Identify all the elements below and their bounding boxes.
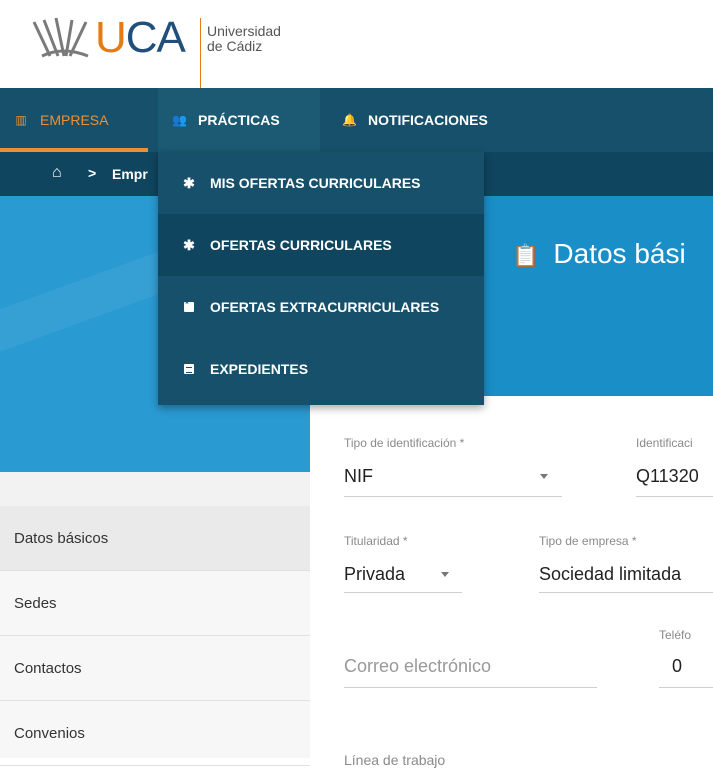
- telefono-underline: [659, 687, 713, 688]
- tipo-empresa-select[interactable]: Sociedad limitada: [539, 564, 681, 585]
- sidebar-item-label: Sedes: [14, 594, 57, 612]
- menu-item-label: OFERTAS CURRICULARES: [210, 237, 392, 253]
- asterisk-icon: ✱: [183, 174, 195, 191]
- sidebar-item-label: Convenios: [14, 724, 85, 742]
- tipo-empresa-underline: [539, 592, 713, 593]
- chevron-down-icon[interactable]: [540, 474, 548, 479]
- identificacion-input[interactable]: Q11320: [636, 466, 699, 487]
- identificacion-label: Identificaci: [636, 436, 693, 450]
- asterisk-icon: ✱: [183, 236, 195, 253]
- uca-brand: UCA: [95, 13, 186, 62]
- nav-notificaciones[interactable]: 🔔 NOTIFICACIONES: [342, 88, 488, 152]
- sidebar-item-sedes[interactable]: Sedes: [0, 571, 310, 636]
- correo-electronico-underline: [344, 687, 597, 688]
- nav-practicas-label: PRÁCTICAS: [198, 112, 280, 128]
- people-icon: 👥: [172, 113, 187, 127]
- bell-icon: 🔔: [342, 113, 357, 127]
- menu-item-ofertas-curriculares[interactable]: ✱ OFERTAS CURRICULARES: [158, 214, 484, 276]
- menu-item-label: MIS OFERTAS CURRICULARES: [210, 175, 421, 191]
- document-icon: [184, 364, 194, 374]
- sidebar-spacer: [0, 472, 310, 506]
- building-icon: ▥: [15, 113, 27, 127]
- sidebar-item-label: Datos básicos: [14, 529, 109, 547]
- sidebar-item-contactos[interactable]: Contactos: [0, 636, 310, 701]
- breadcrumb-item[interactable]: Empr: [112, 166, 148, 182]
- clipboard-icon: 📋: [512, 243, 540, 268]
- nav-notificaciones-label: NOTIFICACIONES: [368, 112, 488, 128]
- main-navbar: ▥ EMPRESA 👥 PRÁCTICAS 🔔 NOTIFICACIONES: [0, 88, 713, 152]
- nav-practicas[interactable]: 👥 PRÁCTICAS: [158, 88, 320, 152]
- tipo-empresa-label: Tipo de empresa *: [539, 534, 637, 548]
- sidebar-item-datos-basicos[interactable]: Datos básicos: [0, 506, 310, 571]
- correo-electronico-input[interactable]: Correo electrónico: [344, 656, 491, 677]
- uca-logo-icon: [32, 17, 89, 58]
- university-name-line1: Universidad: [207, 23, 281, 39]
- identificacion-underline: [636, 496, 713, 497]
- titularidad-label: Titularidad *: [344, 534, 408, 548]
- breadcrumb-separator: >: [88, 165, 97, 181]
- menu-item-expedientes[interactable]: EXPEDIENTES: [158, 338, 484, 400]
- menu-item-ofertas-extracurriculares[interactable]: OFERTAS EXTRACURRICULARES: [158, 276, 484, 338]
- tipo-identificacion-label: Tipo de identificación *: [344, 436, 465, 450]
- menu-item-label: OFERTAS EXTRACURRICULARES: [210, 299, 440, 315]
- page-title: 📋 Datos bási: [512, 238, 686, 270]
- titularidad-underline: [344, 592, 462, 593]
- menu-item-mis-ofertas-curriculares[interactable]: ✱ MIS OFERTAS CURRICULARES: [158, 152, 484, 214]
- sidebar-item-convenios[interactable]: Convenios: [0, 701, 310, 766]
- sidebar: Datos básicos Sedes Contactos Convenios: [0, 506, 310, 766]
- university-name-line2: de Cádiz: [207, 38, 263, 54]
- nav-empresa-label: EMPRESA: [40, 112, 109, 128]
- telefono-input[interactable]: 0: [672, 656, 682, 677]
- titularidad-select[interactable]: Privada: [344, 564, 405, 585]
- telefono-label: Teléfo: [659, 628, 692, 642]
- linea-trabajo-label: Línea de trabajo: [344, 752, 446, 768]
- menu-item-label: EXPEDIENTES: [210, 361, 309, 377]
- home-icon[interactable]: ⌂: [52, 164, 62, 182]
- nav-empresa[interactable]: ▥ EMPRESA: [14, 88, 108, 152]
- practicas-dropdown-menu: ✱ MIS OFERTAS CURRICULARES ✱ OFERTAS CUR…: [158, 152, 484, 405]
- datos-basicos-form: Tipo de identificación * NIF Identificac…: [310, 396, 713, 768]
- site-header: UCA Universidad de Cádiz: [0, 0, 713, 88]
- university-name: Universidad de Cádiz: [207, 24, 281, 54]
- tipo-identificacion-underline: [344, 496, 562, 497]
- logo-divider: [200, 18, 201, 88]
- chevron-down-icon[interactable]: [441, 572, 449, 577]
- tipo-identificacion-select[interactable]: NIF: [344, 466, 373, 487]
- sidebar-item-label: Contactos: [14, 659, 82, 677]
- square-asterisk-icon: [184, 299, 194, 312]
- page-title-text: Datos bási: [553, 238, 686, 269]
